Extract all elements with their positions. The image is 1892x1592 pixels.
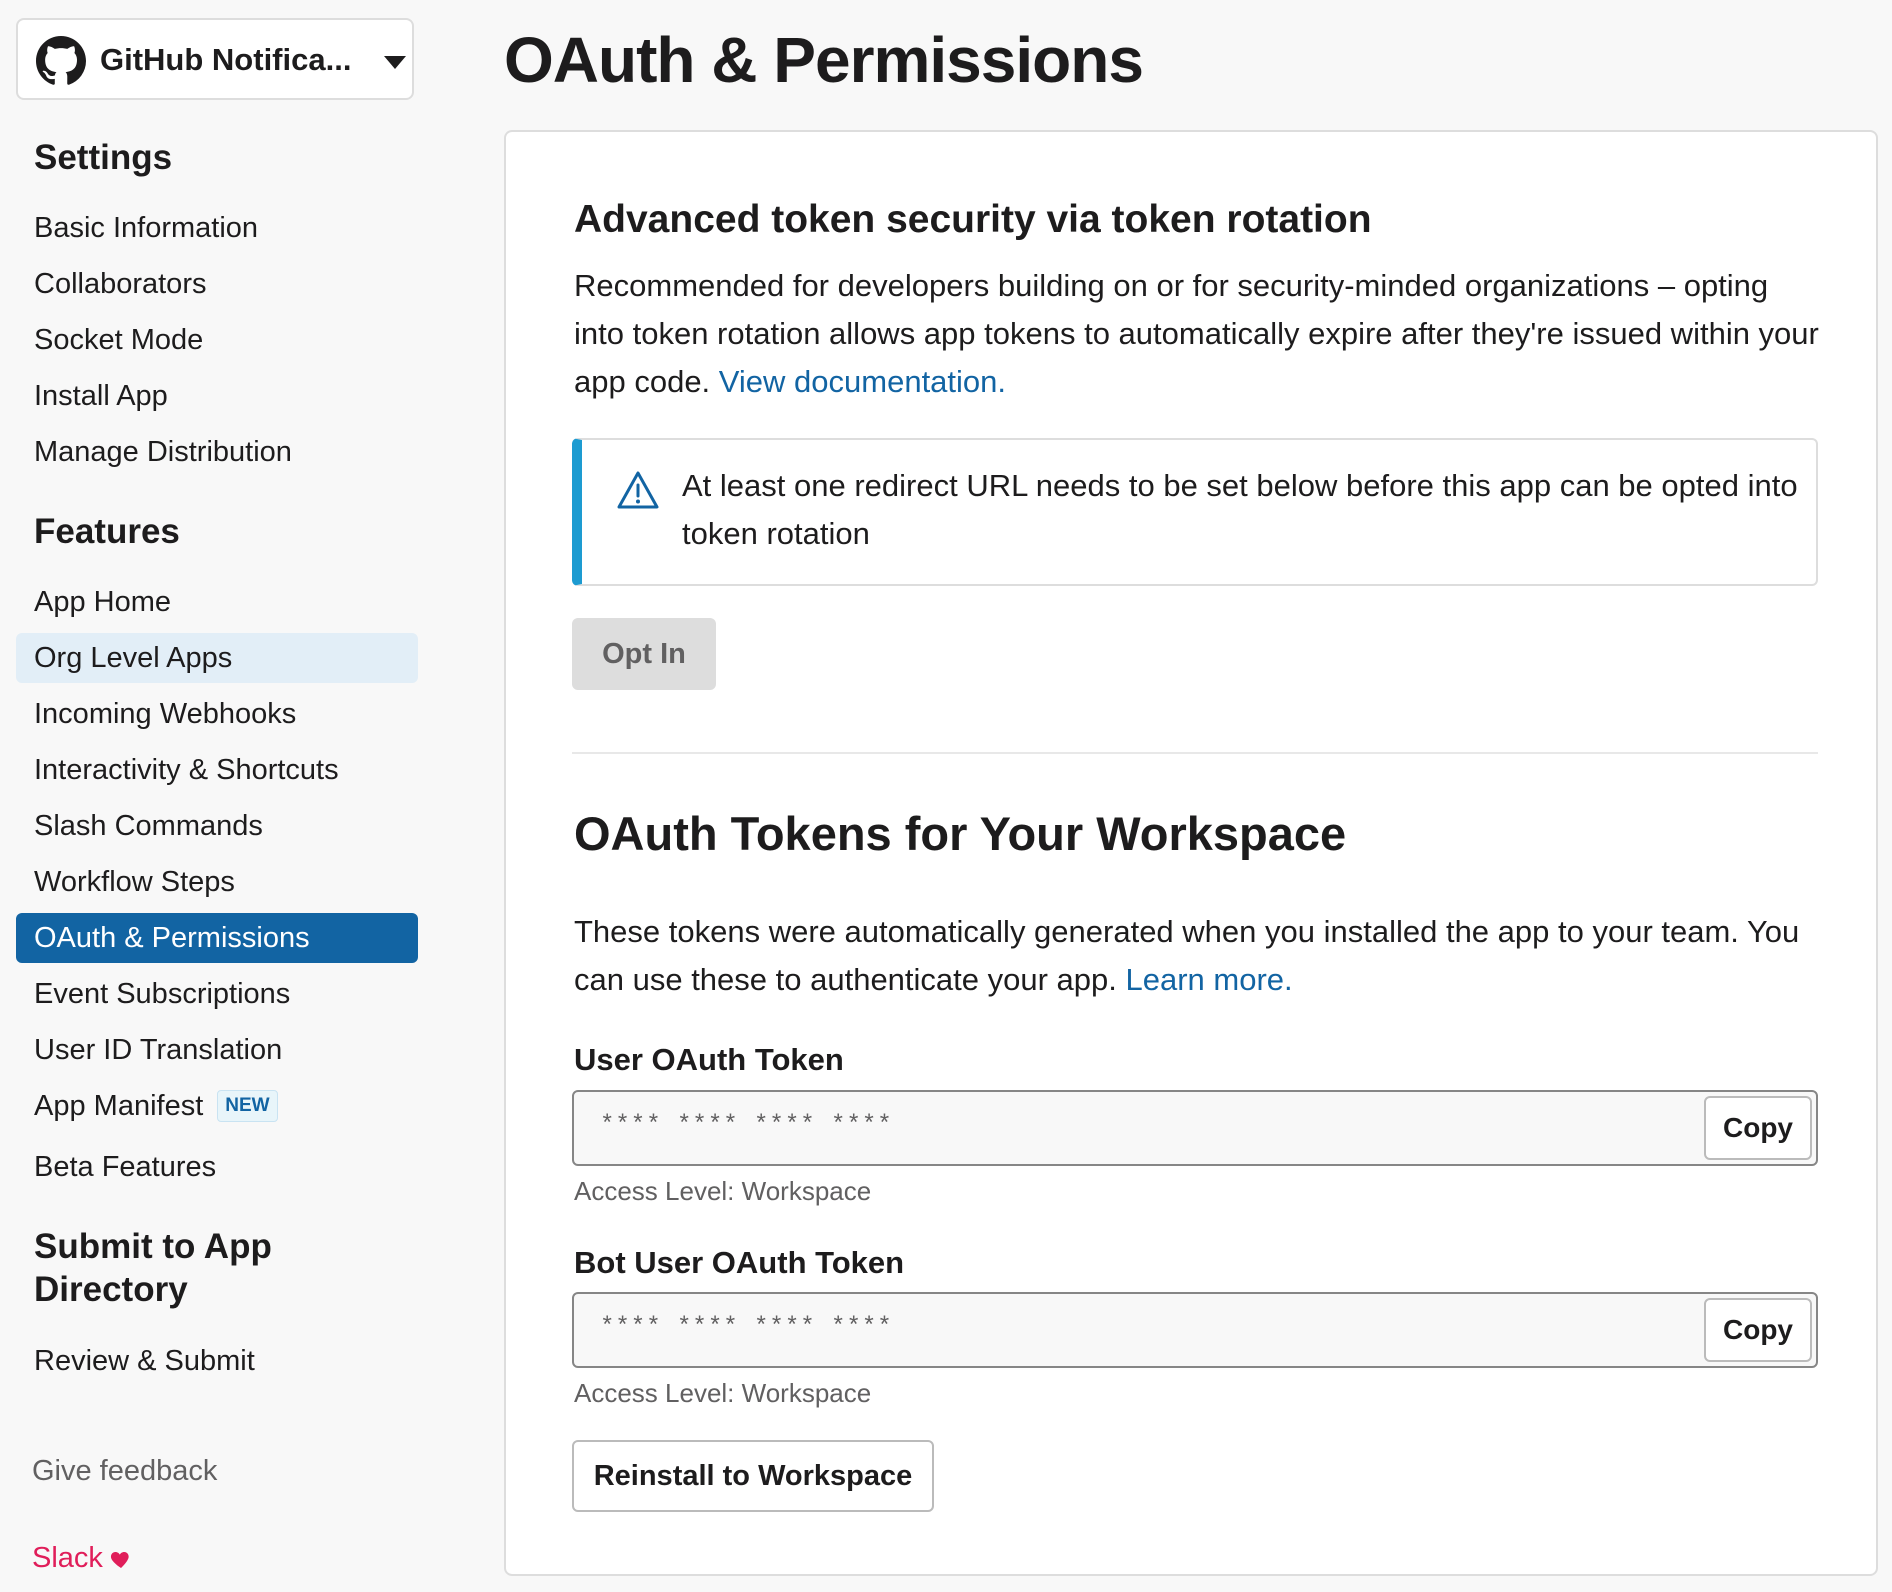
user-token-label: User OAuth Token bbox=[574, 1042, 844, 1077]
bot-token-value: **** **** **** **** bbox=[600, 1314, 893, 1341]
reinstall-to-workspace-button[interactable]: Reinstall to Workspace bbox=[572, 1440, 934, 1512]
sidebar-item-beta-features[interactable]: Beta Features bbox=[16, 1142, 418, 1192]
settings-heading: Settings bbox=[34, 138, 173, 177]
copy-bot-token-button[interactable]: Copy bbox=[1704, 1298, 1812, 1362]
view-documentation-link[interactable]: View documentation. bbox=[719, 364, 1006, 399]
sidebar-item-app-manifest[interactable]: App Manifest NEW bbox=[16, 1081, 418, 1131]
submit-heading-line: Submit to App bbox=[34, 1227, 272, 1266]
user-token-field[interactable]: **** **** **** **** Copy bbox=[572, 1090, 1818, 1166]
sidebar-item-interactivity-shortcuts[interactable]: Interactivity & Shortcuts bbox=[16, 745, 418, 795]
slack-brand-label: Slack bbox=[32, 1542, 103, 1574]
bot-token-label: Bot User OAuth Token bbox=[574, 1245, 905, 1280]
bot-token-field[interactable]: **** **** **** **** Copy bbox=[572, 1292, 1818, 1368]
github-icon bbox=[36, 36, 86, 85]
sidebar-item-incoming-webhooks[interactable]: Incoming Webhooks bbox=[16, 689, 418, 739]
slack-brand[interactable]: Slack bbox=[32, 1542, 133, 1575]
user-token-access-level: Access Level: Workspace bbox=[574, 1176, 872, 1206]
sidebar-item-label: App Manifest bbox=[34, 1090, 204, 1122]
sidebar-item-review-submit[interactable]: Review & Submit bbox=[16, 1336, 418, 1386]
app-name: GitHub Notifica... bbox=[100, 42, 352, 77]
sidebar: GitHub Notifica... Settings Basic Inform… bbox=[0, 0, 430, 1592]
caret-down-icon bbox=[384, 56, 406, 69]
submit-heading-line: Directory bbox=[34, 1270, 188, 1309]
redirect-url-alert: At least one redirect URL needs to be se… bbox=[572, 438, 1818, 586]
features-heading: Features bbox=[34, 512, 180, 551]
sidebar-item-socket-mode[interactable]: Socket Mode bbox=[16, 315, 418, 365]
sidebar-item-app-home[interactable]: App Home bbox=[16, 577, 418, 627]
bot-token-access-level: Access Level: Workspace bbox=[574, 1378, 872, 1408]
sidebar-item-workflow-steps[interactable]: Workflow Steps bbox=[16, 857, 418, 907]
oauth-tokens-title: OAuth Tokens for Your Workspace bbox=[574, 807, 1347, 860]
warning-icon bbox=[617, 471, 659, 509]
main-card: Advanced token security via token rotati… bbox=[504, 130, 1878, 1576]
copy-user-token-button[interactable]: Copy bbox=[1704, 1096, 1812, 1160]
sidebar-item-user-id-translation[interactable]: User ID Translation bbox=[16, 1025, 418, 1075]
app-switcher[interactable]: GitHub Notifica... bbox=[16, 18, 414, 100]
opt-in-button[interactable]: Opt In bbox=[572, 618, 716, 690]
user-token-value: **** **** **** **** bbox=[600, 1112, 893, 1139]
sidebar-item-event-subscriptions[interactable]: Event Subscriptions bbox=[16, 969, 418, 1019]
alert-text: At least one redirect URL needs to be se… bbox=[682, 468, 1798, 551]
heart-icon bbox=[110, 1551, 129, 1568]
token-rotation-description: Recommended for developers building on o… bbox=[574, 262, 1824, 406]
sidebar-item-basic-information[interactable]: Basic Information bbox=[16, 203, 418, 253]
sidebar-item-oauth-permissions[interactable]: OAuth & Permissions bbox=[16, 913, 418, 963]
new-badge: NEW bbox=[217, 1090, 278, 1122]
submit-heading: Submit to App Directory bbox=[34, 1225, 272, 1311]
page-title: OAuth & Permissions bbox=[504, 24, 1144, 96]
token-rotation-title: Advanced token security via token rotati… bbox=[574, 198, 1372, 241]
sidebar-item-install-app[interactable]: Install App bbox=[16, 371, 418, 421]
sidebar-item-collaborators[interactable]: Collaborators bbox=[16, 259, 418, 309]
oauth-tokens-description: These tokens were automatically generate… bbox=[574, 908, 1824, 1004]
give-feedback-link[interactable]: Give feedback bbox=[32, 1455, 217, 1488]
sidebar-item-org-level-apps[interactable]: Org Level Apps bbox=[16, 633, 418, 683]
sidebar-item-manage-distribution[interactable]: Manage Distribution bbox=[16, 427, 418, 477]
sidebar-item-slash-commands[interactable]: Slash Commands bbox=[16, 801, 418, 851]
section-divider bbox=[572, 752, 1818, 754]
learn-more-link[interactable]: Learn more. bbox=[1126, 962, 1293, 997]
